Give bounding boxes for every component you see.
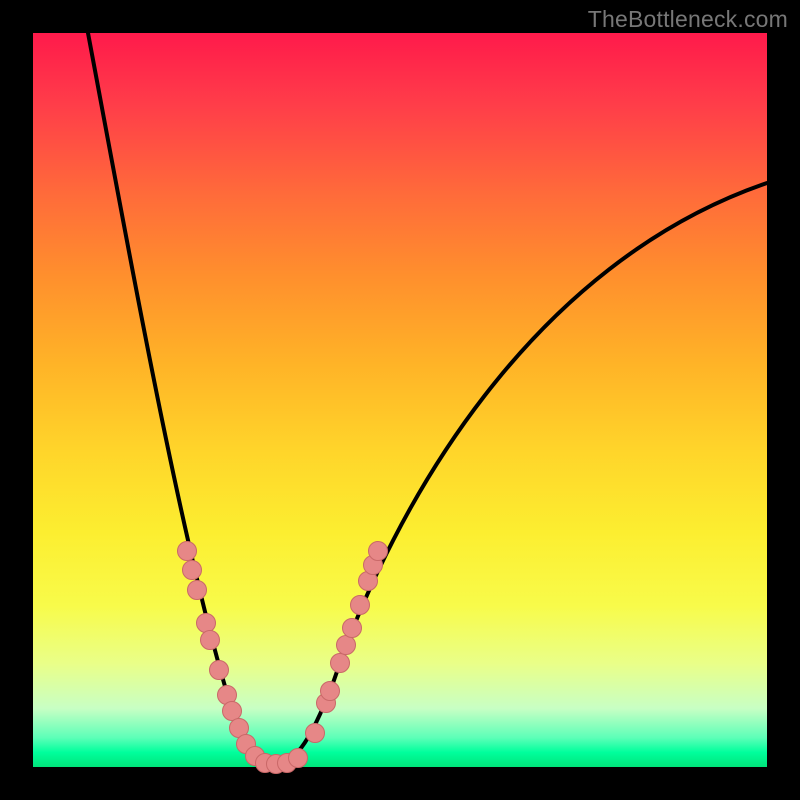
watermark-text: TheBottleneck.com: [588, 6, 788, 33]
outer-frame: TheBottleneck.com: [0, 0, 800, 800]
data-dot-left: [197, 614, 216, 633]
data-dot-right: [321, 682, 340, 701]
curve-layer: [88, 33, 767, 764]
data-dot-left: [183, 561, 202, 580]
data-dot-right: [337, 636, 356, 655]
dot-layer: [178, 542, 388, 774]
data-dot-right: [306, 724, 325, 743]
chart-svg: [33, 33, 767, 767]
data-dot-left: [178, 542, 197, 561]
data-dot-right: [343, 619, 362, 638]
data-dot-left: [223, 702, 242, 721]
data-dot-bottom: [289, 749, 308, 768]
data-dot-left: [210, 661, 229, 680]
data-dot-right: [331, 654, 350, 673]
data-dot-right: [369, 542, 388, 561]
curve-left-curve: [88, 33, 273, 764]
data-dot-left: [188, 581, 207, 600]
plot-area: [33, 33, 767, 767]
data-dot-right: [351, 596, 370, 615]
curve-right-curve: [273, 183, 767, 764]
data-dot-left: [201, 631, 220, 650]
